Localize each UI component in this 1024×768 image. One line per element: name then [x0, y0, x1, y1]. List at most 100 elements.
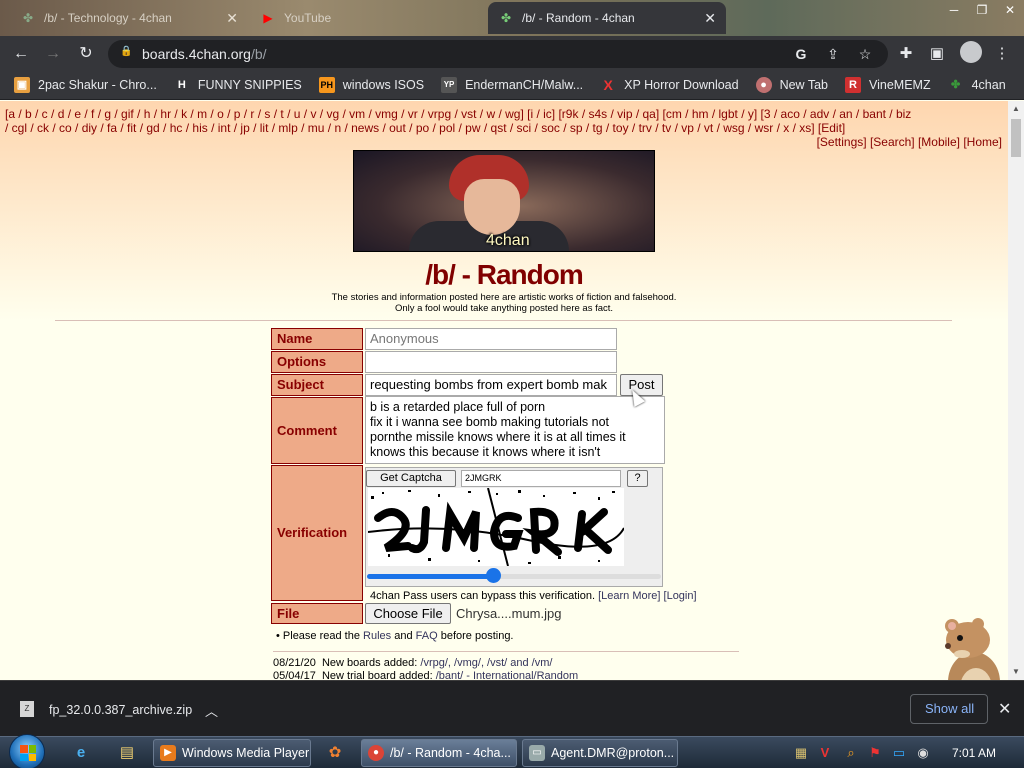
address-bar[interactable]: 🔒 boards.4chan.org/b/ G ⇪ ☆: [108, 40, 888, 68]
board-banner[interactable]: 4chan: [353, 150, 655, 252]
board-list: [a / b / c / d / e / f / g / gif / h / h…: [5, 107, 1000, 135]
google-icon[interactable]: G: [792, 45, 810, 63]
board-list-row[interactable]: / cgl / ck / co / diy / fa / fit / gd / …: [5, 121, 1000, 135]
bookmarks-bar: ▣ 2pac Shakur - Chro... H FUNNY SNIPPIES…: [0, 70, 1024, 100]
news-link[interactable]: /bant/ - International/Random: [436, 670, 578, 680]
page-content: [a / b / c / d / e / f / g / gif / h / h…: [0, 101, 1008, 680]
sidepanel-icon[interactable]: ▣: [927, 44, 947, 62]
news-link[interactable]: /vrpg/, /vmg/, /vst/ and /vm/: [420, 657, 552, 669]
tray-app-icon[interactable]: ▦: [792, 745, 810, 761]
close-window-icon[interactable]: ✕: [996, 0, 1024, 20]
bookmark-windows-isos[interactable]: PH windows ISOS: [318, 76, 424, 93]
captcha-input[interactable]: 2JMGRK: [461, 470, 621, 487]
taskbar-item-media-player[interactable]: ▶ Windows Media Player: [153, 739, 311, 767]
captcha-help-button[interactable]: ?: [627, 470, 648, 487]
menu-icon[interactable]: ⋮: [992, 44, 1012, 62]
bookmark-4chan[interactable]: ✤ 4chan: [948, 77, 1006, 93]
rules-link[interactable]: Rules: [363, 630, 391, 642]
minimize-icon[interactable]: ─: [940, 0, 968, 20]
tray-flag-icon[interactable]: ⚑: [866, 745, 884, 761]
tray-search-icon[interactable]: ⌕: [842, 745, 860, 761]
board-navigation-links[interactable]: [Settings] [Search] [Mobile] [Home]: [817, 135, 1002, 149]
close-icon[interactable]: ✕: [226, 10, 238, 27]
options-input[interactable]: [365, 351, 617, 373]
x-icon: X: [603, 76, 613, 93]
pass-text: 4chan Pass users can bypass this verific…: [370, 590, 596, 602]
bookmark-funny-snippies[interactable]: H FUNNY SNIPPIES: [174, 77, 302, 93]
comment-line: fix it i wanna see bomb making tutorials…: [370, 415, 610, 429]
chevron-up-icon[interactable]: ︿: [205, 701, 218, 720]
bookmark-new-tab[interactable]: ● New Tab: [755, 76, 828, 93]
download-bar: Z fp_32.0.0.387_archive.zip ︿ Show all ✕: [0, 680, 1024, 736]
rules-notice: • Please read the Rules and FAQ before p…: [276, 630, 514, 642]
comment-line: b is a retarded place full of porn: [370, 400, 546, 414]
taskbar-item-chrome[interactable]: ● /b/ - Random - 4cha...: [361, 739, 517, 767]
tab-title: /b/ - Technology - 4chan: [44, 11, 172, 25]
close-icon[interactable]: ✕: [998, 699, 1011, 719]
archive-icon: Z: [20, 701, 34, 717]
scrollbar-thumb[interactable]: [1011, 119, 1021, 157]
comment-textarea[interactable]: b is a retarded place full of porn fix i…: [365, 396, 665, 464]
forward-arrow-icon[interactable]: →: [42, 43, 64, 65]
clover-icon: ✤: [500, 11, 512, 25]
back-arrow-icon[interactable]: ←: [10, 43, 32, 65]
login-link[interactable]: [Login]: [664, 590, 697, 602]
tray-v-icon[interactable]: V: [816, 745, 834, 760]
bookmark-label: 2pac Shakur - Chro...: [38, 77, 157, 92]
restore-icon[interactable]: ❐: [968, 0, 996, 20]
window-controls: ─ ❐ ✕: [940, 0, 1024, 26]
tab-youtube[interactable]: ▶ YouTube: [250, 2, 486, 34]
divider: [55, 320, 952, 321]
bookmark-vinememz[interactable]: R VineMEMZ: [845, 76, 931, 93]
extensions-icon[interactable]: ✚: [896, 44, 916, 62]
star-icon[interactable]: ☆: [856, 45, 874, 63]
share-icon[interactable]: ⇪: [824, 45, 842, 63]
rules-text: • Please read the: [276, 630, 360, 642]
verification-label: Verification: [271, 465, 363, 601]
media-player-icon: ▶: [160, 745, 176, 761]
captcha-slider-fill: [367, 574, 494, 579]
board-list-row[interactable]: [a / b / c / d / e / f / g / gif / h / h…: [5, 107, 1000, 121]
yp-icon: YP: [441, 76, 458, 93]
scroll-down-icon[interactable]: ▼: [1012, 667, 1020, 676]
bookmark-2pac[interactable]: ▣ 2pac Shakur - Chro...: [14, 76, 157, 93]
start-button[interactable]: [9, 734, 45, 768]
bookmark-label: EndermanCH/Malw...: [465, 77, 584, 92]
window-icon: ▭: [529, 745, 545, 761]
download-file-name[interactable]: fp_32.0.0.387_archive.zip: [49, 703, 192, 717]
reload-icon[interactable]: ↻: [75, 43, 97, 65]
show-all-button[interactable]: Show all: [910, 694, 988, 724]
paint-icon[interactable]: ✿: [322, 741, 348, 765]
h-icon: H: [177, 78, 186, 91]
file-explorer-icon[interactable]: ▤: [114, 741, 140, 765]
selected-file-name: Chrysa....mum.jpg: [456, 606, 562, 621]
tab-technology[interactable]: ✤ /b/ - Technology - 4chan ✕: [10, 2, 248, 34]
taskbar-item-label: Windows Media Player: [182, 746, 310, 760]
system-clock[interactable]: 7:01 AM: [952, 746, 996, 760]
taskbar-item-agent[interactable]: ▭ Agent.DMR@proton...: [522, 739, 678, 767]
page-scrollbar[interactable]: ▲ ▼: [1008, 101, 1024, 680]
learn-more-link[interactable]: [Learn More]: [598, 590, 660, 602]
bookmark-label: XP Horror Download: [624, 77, 739, 92]
name-input[interactable]: Anonymous: [365, 328, 617, 350]
r-icon: R: [845, 76, 861, 93]
profile-avatar[interactable]: [960, 41, 982, 63]
captcha-slider-track[interactable]: [367, 574, 661, 579]
scroll-up-icon[interactable]: ▲: [1012, 104, 1020, 113]
news-item: 08/21/20 New boards added: /vrpg/, /vmg/…: [273, 657, 552, 669]
subject-input[interactable]: requesting bombs from expert bomb mak: [365, 374, 617, 396]
browser-toolbar: ← → ↻ 🔒 boards.4chan.org/b/ G ⇪ ☆ ✚ ▣ ⋮: [0, 36, 1024, 70]
tray-volume-icon[interactable]: ◉: [914, 745, 932, 761]
close-icon[interactable]: ✕: [704, 10, 716, 27]
internet-explorer-icon[interactable]: e: [68, 741, 94, 765]
tray-monitor-icon[interactable]: ▭: [890, 745, 908, 761]
bookmark-icon: ▣: [14, 76, 30, 93]
faq-link[interactable]: FAQ: [416, 630, 438, 642]
news-date: 08/21/20: [273, 657, 316, 669]
get-captcha-button[interactable]: Get Captcha: [366, 470, 456, 487]
bookmark-endermanch[interactable]: YP EndermanCH/Malw...: [441, 76, 584, 93]
banner-text: 4chan: [486, 232, 530, 249]
tab-random[interactable]: ✤ /b/ - Random - 4chan ✕: [488, 2, 726, 34]
bookmark-xp-horror[interactable]: X XP Horror Download: [600, 76, 739, 93]
choose-file-button[interactable]: Choose File: [365, 603, 451, 624]
